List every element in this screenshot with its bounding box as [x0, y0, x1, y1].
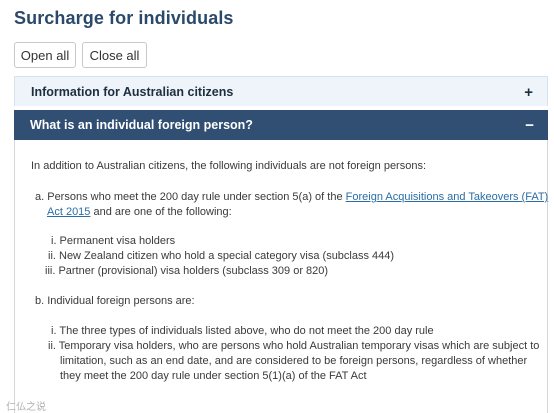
- list-subitem-a-ii: ii. New Zealand citizen who hold a speci…: [48, 250, 395, 262]
- watermark: 仁仏之说: [6, 402, 46, 413]
- list-item-a-text: a. Persons who meet the 200 day rule und…: [35, 191, 346, 203]
- accordion-header-label: Information for Australian citizens: [31, 84, 234, 99]
- list-item-b: b. Individual foreign persons are:: [35, 295, 195, 307]
- accordion-header-label: What is an individual foreign person?: [30, 118, 253, 132]
- accordion-header-individual-foreign-person[interactable]: What is an individual foreign person? −: [14, 110, 548, 140]
- accordion-header-australian-citizens[interactable]: Information for Australian citizens +: [14, 76, 548, 106]
- list-subitem-b-ii-line2: limitation, such as an end date, and are…: [60, 355, 528, 367]
- fat-act-link-continued[interactable]: Act 2015: [47, 206, 90, 218]
- list-subitem-a-iii: iii. Partner (provisional) visa holders …: [45, 265, 329, 277]
- fat-act-link[interactable]: Foreign Acquisitions and Takeovers (FAT): [346, 191, 549, 203]
- expand-plus-icon[interactable]: +: [524, 77, 533, 107]
- list-item-a: a. Persons who meet the 200 day rule und…: [35, 190, 548, 204]
- open-all-button[interactable]: Open all: [14, 42, 76, 68]
- accordion-panel-content: In addition to Australian citizens, the …: [14, 140, 548, 413]
- close-all-button[interactable]: Close all: [82, 42, 147, 68]
- list-item-a-suffix: and are one of the following:: [90, 206, 232, 218]
- list-subitem-b-ii: ii. Temporary visa holders, who are pers…: [48, 340, 540, 352]
- intro-text: In addition to Australian citizens, the …: [31, 160, 427, 172]
- list-subitem-b-ii-line3: they meet the 200 day rule under section…: [60, 370, 367, 382]
- collapse-minus-icon[interactable]: −: [525, 110, 534, 140]
- list-subitem-b-i: i. The three types of individuals listed…: [51, 325, 434, 337]
- list-item-a-continued: Act 2015 and are one of the following:: [47, 205, 232, 219]
- page-title: Surcharge for individuals: [14, 8, 234, 28]
- list-subitem-a-i: i. Permanent visa holders: [51, 235, 176, 247]
